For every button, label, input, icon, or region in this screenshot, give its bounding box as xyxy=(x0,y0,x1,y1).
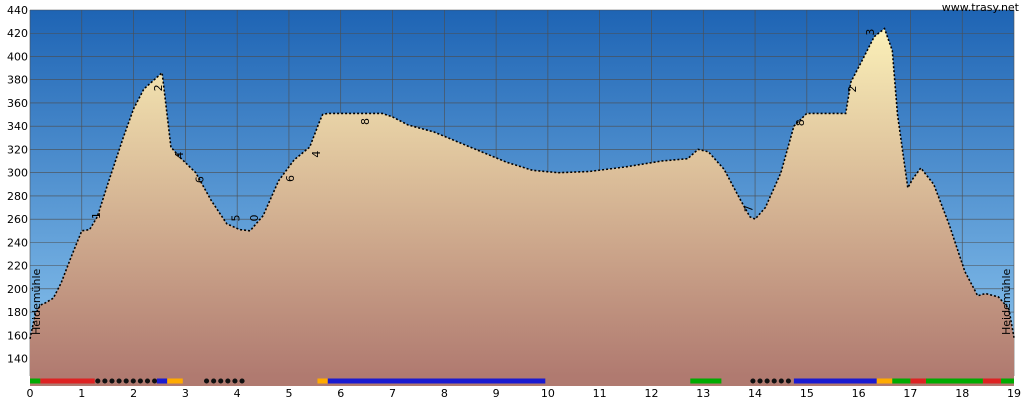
waypoint-label: 4 xyxy=(173,152,186,159)
x-tick-label: 5 xyxy=(285,387,292,400)
y-tick-label: 280 xyxy=(7,190,28,203)
y-tick-label: 200 xyxy=(7,283,28,296)
waypoint-label: 3 xyxy=(864,29,877,36)
waypoint-label: 7 xyxy=(742,205,755,212)
y-tick-label: 360 xyxy=(7,97,28,110)
y-tick-label: 140 xyxy=(7,353,28,366)
y-tick-label: 340 xyxy=(7,120,28,133)
start-place-label: Heidemühle xyxy=(30,268,43,335)
x-tick-label: 8 xyxy=(441,387,448,400)
x-tick-label: 13 xyxy=(696,387,710,400)
x-axis-tick-labels: 0 1 2 3 4 5 6 7 8 9 10 11 12 13 14 15 16 17 18 19 xyxy=(27,387,1022,400)
x-tick-label: 18 xyxy=(955,387,969,400)
x-tick-label: 12 xyxy=(644,387,658,400)
waypoint-label: 8 xyxy=(794,119,807,126)
end-place-label: Heidemühle xyxy=(1000,268,1013,335)
x-tick-label: 4 xyxy=(234,387,241,400)
waypoint-label: 0 xyxy=(248,214,261,221)
y-tick-label: 300 xyxy=(7,167,28,180)
x-tick-label: 3 xyxy=(182,387,189,400)
y-tick-label: 260 xyxy=(7,213,28,226)
x-tick-label: 19 xyxy=(1007,387,1021,400)
waypoint-label: 1 xyxy=(90,212,103,219)
x-tick-label: 10 xyxy=(541,387,555,400)
waypoint-label: 6 xyxy=(193,176,206,183)
x-tick-label: 14 xyxy=(748,387,762,400)
x-tick-label: 15 xyxy=(800,387,814,400)
site-credit: www.trasy.net xyxy=(942,1,1020,14)
x-tick-label: 17 xyxy=(903,387,917,400)
y-tick-label: 240 xyxy=(7,236,28,249)
x-tick-label: 1 xyxy=(78,387,85,400)
waypoint-label: 2 xyxy=(152,84,165,91)
y-tick-label: 160 xyxy=(7,329,28,342)
x-tick-label: 0 xyxy=(27,387,34,400)
y-axis-tick-labels: 140 160 180 200 220 240 260 280 300 320 340 360 380 4… xyxy=(7,4,28,366)
y-tick-label: 320 xyxy=(7,143,28,156)
x-tick-label: 7 xyxy=(389,387,396,400)
waypoint-label: 8 xyxy=(359,118,372,125)
y-tick-label: 180 xyxy=(7,306,28,319)
x-tick-label: 6 xyxy=(337,387,344,400)
y-tick-label: 380 xyxy=(7,74,28,87)
waypoint-label: 6 xyxy=(284,175,297,182)
waypoint-label: 5 xyxy=(230,214,243,221)
elevation-profile-chart: 12465 06487823 Heidemühle Heidemühle 1401… xyxy=(7,1,1022,400)
y-tick-label: 420 xyxy=(7,27,28,40)
x-tick-label: 11 xyxy=(593,387,607,400)
y-tick-label: 440 xyxy=(7,4,28,17)
waypoint-label: 2 xyxy=(846,85,859,92)
y-tick-label: 400 xyxy=(7,50,28,63)
x-tick-label: 2 xyxy=(130,387,137,400)
x-tick-label: 9 xyxy=(493,387,500,400)
x-tick-label: 16 xyxy=(852,387,866,400)
y-tick-label: 220 xyxy=(7,260,28,273)
waypoint-label: 4 xyxy=(310,151,323,158)
